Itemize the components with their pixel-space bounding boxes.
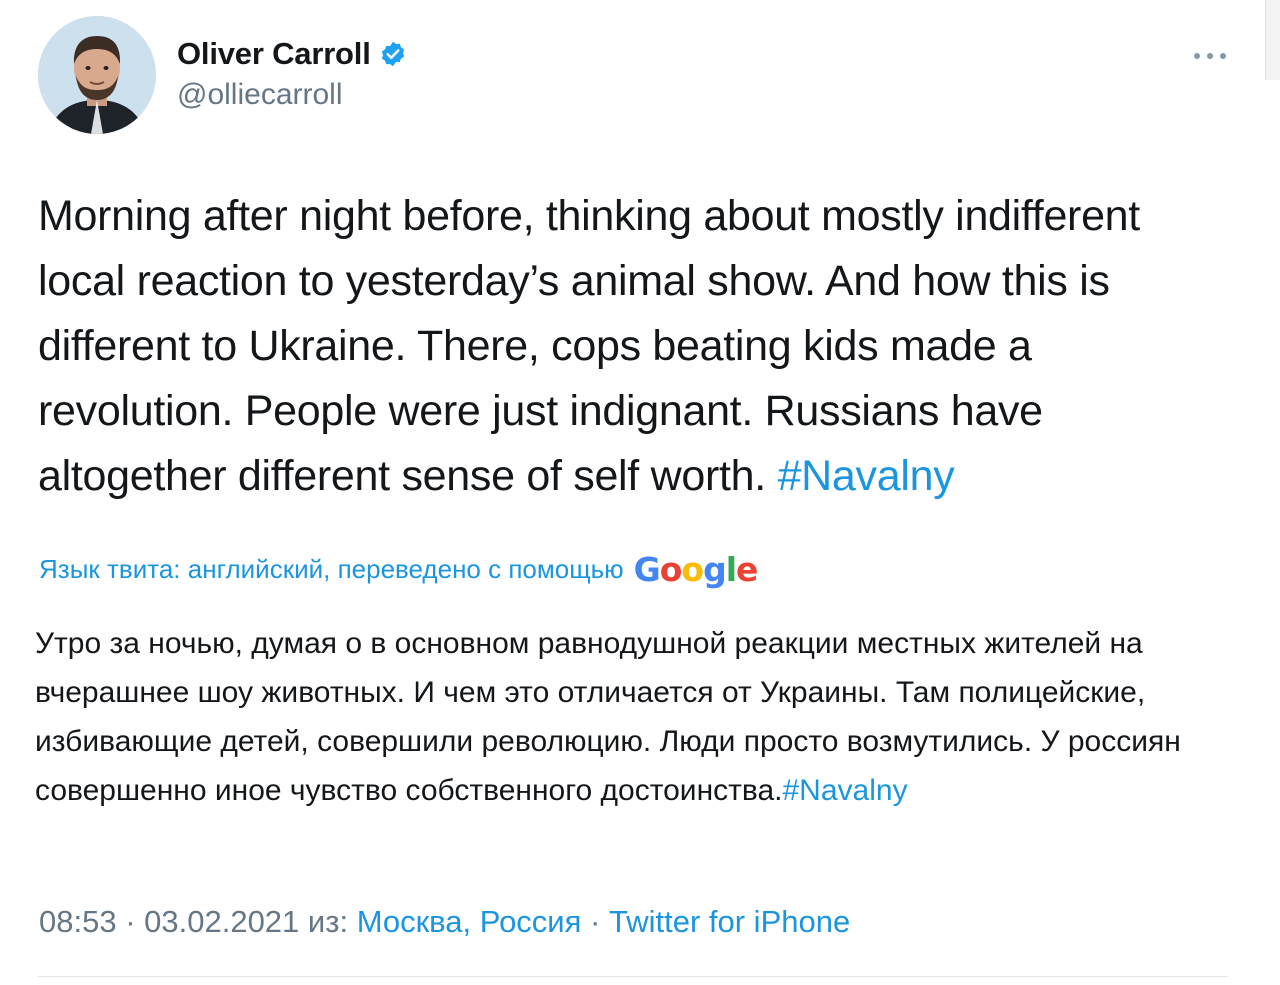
more-dot	[1207, 53, 1213, 59]
source-link[interactable]: Twitter for iPhone	[609, 904, 850, 939]
author-name[interactable]: Oliver Carroll	[177, 36, 371, 72]
verified-badge-icon	[381, 41, 404, 67]
location-link[interactable]: Москва, Россия	[357, 904, 582, 939]
translated-text: Утро за ночью, думая о в основном равнод…	[35, 619, 1245, 815]
google-logo-icon: Google	[633, 550, 759, 589]
more-dot	[1220, 53, 1226, 59]
avatar[interactable]	[38, 16, 156, 134]
from-label: из:	[307, 904, 357, 939]
tweet-detail: Oliver Carroll @olliecarroll Morning aft…	[0, 0, 1280, 985]
tweet-meta: 08:53 · 03.02.2021 из: Москва, Россия · …	[39, 904, 850, 940]
tweet-body: Morning after night before, thinking abo…	[38, 192, 1140, 500]
translated-body: Утро за ночью, думая о в основном равнод…	[35, 627, 1181, 807]
translation-label[interactable]: Язык твита: английский, переведено с пом…	[39, 554, 624, 585]
scrollbar-edge	[1265, 0, 1280, 80]
more-dot	[1194, 53, 1200, 59]
avatar-photo-icon	[38, 16, 156, 134]
author-name-row[interactable]: Oliver Carroll	[177, 36, 407, 72]
tweet-time[interactable]: 08:53	[39, 904, 117, 939]
translation-attribution[interactable]: Язык твита: английский, переведено с пом…	[39, 550, 759, 589]
tweet-hashtag-link[interactable]: #Navalny	[778, 452, 955, 500]
meta-separator: ·	[581, 904, 609, 939]
tweet-text: Morning after night before, thinking abo…	[38, 184, 1238, 509]
tweet-date[interactable]: 03.02.2021	[144, 904, 299, 939]
more-options-icon[interactable]	[1194, 44, 1226, 68]
divider	[38, 976, 1228, 977]
meta-separator: ·	[116, 904, 145, 939]
translated-hashtag-link[interactable]: #Navalny	[783, 774, 908, 807]
author-handle[interactable]: @olliecarroll	[177, 78, 343, 112]
